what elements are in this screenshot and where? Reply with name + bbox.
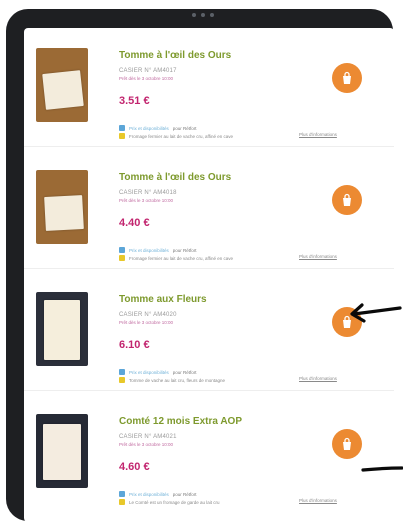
product-price: 3.51 € (119, 95, 150, 107)
more-info-link[interactable]: Plus d'informations (299, 254, 337, 259)
selection-label: pour Rétfort (172, 247, 197, 253)
product-description: Fromage fermier au lait de vache cru, af… (129, 133, 233, 139)
product-description: Fromage fermier au lait de vache cru, af… (129, 255, 233, 261)
product-description: Tomme de vache au lait cru, fleurs de mo… (129, 377, 226, 383)
description-line: Le Comté est un fromage de garde au lait… (119, 498, 299, 506)
more-info-link[interactable]: Plus d'informations (299, 132, 337, 137)
tag-icon (119, 133, 125, 139)
product-card: Tomme à l'œil des Ours CASIER N° AM4017 … (24, 28, 394, 147)
availability-line: Prix et disponibilités pour Rétfort (119, 490, 197, 498)
selection-label: pour Rétfort (172, 491, 197, 497)
ready-date: Prêt dès le 3 octobre 10:00 (119, 442, 174, 447)
info-icon (119, 125, 125, 131)
product-photo (36, 170, 88, 244)
product-list: Tomme à l'œil des Ours CASIER N° AM4017 … (24, 28, 394, 522)
camera-dots (192, 13, 214, 17)
more-info-link[interactable]: Plus d'informations (299, 498, 337, 503)
selection-label: pour Rétfort (172, 369, 197, 375)
crate-number: CASIER N° AM4018 (119, 190, 177, 196)
annotation-arrow-icon (350, 303, 402, 323)
ready-date: Prêt dès le 3 octobre 10:00 (119, 198, 174, 203)
availability-line: Prix et disponibilités pour Rétfort (119, 246, 197, 254)
tag-icon (119, 499, 125, 505)
product-card: Tomme à l'œil des Ours CASIER N° AM4018 … (24, 150, 394, 269)
description-line: Fromage fermier au lait de vache cru, af… (119, 254, 299, 262)
tag-icon (119, 255, 125, 261)
product-card: Comté 12 mois Extra AOP CASIER N° AM4021… (24, 394, 394, 512)
product-card: Tomme aux Fleurs CASIER N° AM4020 Prêt d… (24, 272, 394, 391)
product-description: Le Comté est un fromage de garde au lait… (129, 499, 220, 505)
annotation-stroke-icon (361, 466, 403, 472)
product-name[interactable]: Comté 12 mois Extra AOP (119, 416, 242, 427)
availability-line: Prix et disponibilités pour Rétfort (119, 368, 197, 376)
crate-number: CASIER N° AM4020 (119, 312, 177, 318)
crate-number: CASIER N° AM4017 (119, 68, 177, 74)
info-icon (119, 491, 125, 497)
availability-line: Prix et disponibilités pour Rétfort (119, 124, 197, 132)
crate-number: CASIER N° AM4021 (119, 434, 177, 440)
availability-label: Prix et disponibilités (129, 247, 169, 253)
ready-date: Prêt dès le 3 octobre 10:00 (119, 76, 174, 81)
product-name[interactable]: Tomme aux Fleurs (119, 294, 207, 305)
product-name[interactable]: Tomme à l'œil des Ours (119, 172, 231, 183)
info-icon (119, 247, 125, 253)
description-line: Tomme de vache au lait cru, fleurs de mo… (119, 376, 299, 384)
product-price: 4.40 € (119, 217, 150, 229)
add-to-cart-button[interactable] (332, 429, 362, 459)
tag-icon (119, 377, 125, 383)
bag-icon (343, 193, 351, 206)
ready-date: Prêt dès le 3 octobre 10:00 (119, 320, 174, 325)
product-name[interactable]: Tomme à l'œil des Ours (119, 50, 231, 61)
tablet-frame: Tomme à l'œil des Ours CASIER N° AM4017 … (6, 9, 394, 522)
availability-label: Prix et disponibilités (129, 369, 169, 375)
product-photo (36, 414, 88, 488)
product-photo (36, 48, 88, 122)
info-icon (119, 369, 125, 375)
add-to-cart-button[interactable] (332, 185, 362, 215)
bag-icon (343, 437, 351, 450)
availability-label: Prix et disponibilités (129, 125, 169, 131)
selection-label: pour Rétfort (172, 125, 197, 131)
product-price: 4.60 € (119, 461, 150, 473)
description-line: Fromage fermier au lait de vache cru, af… (119, 132, 299, 140)
product-price: 6.10 € (119, 339, 150, 351)
availability-label: Prix et disponibilités (129, 491, 169, 497)
add-to-cart-button[interactable] (332, 63, 362, 93)
more-info-link[interactable]: Plus d'informations (299, 376, 337, 381)
product-photo (36, 292, 88, 366)
bag-icon (343, 71, 351, 84)
